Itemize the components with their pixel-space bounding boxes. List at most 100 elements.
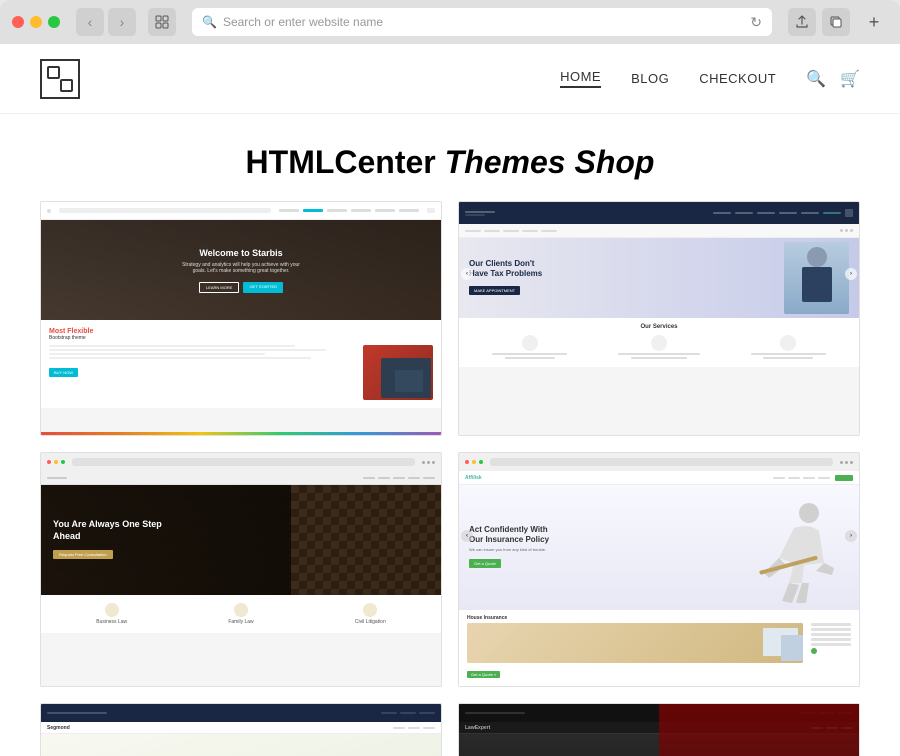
url-bar xyxy=(72,458,415,466)
affilisk-header xyxy=(459,453,859,471)
law-header xyxy=(41,453,441,471)
starbis-btn-outline: LEARN MORE xyxy=(199,282,239,293)
law-area-2: Family Law xyxy=(178,603,303,625)
affilisk-insurance-block: House Insurance Get a Quote » xyxy=(467,615,803,681)
preview-header xyxy=(41,202,441,220)
tab-view-button[interactable] xyxy=(148,8,176,36)
dot-red xyxy=(47,460,51,464)
starbis-hero-title: Welcome to Starbis xyxy=(199,248,282,258)
law-hero-cta: Request Free Consultation xyxy=(53,550,113,559)
law-area-label-2: Family Law xyxy=(178,619,303,625)
affilisk-sidebar-item-2 xyxy=(811,628,851,631)
starbis-hero-text: Strategy and analytics will help you ach… xyxy=(181,262,301,274)
starbis-lower: Most Flexible Bootstrap theme BUY NOW xyxy=(41,320,441,408)
dot-green xyxy=(479,460,483,464)
affilisk-sidebar-item-4 xyxy=(811,638,851,641)
forward-button[interactable]: › xyxy=(108,8,136,36)
duplicate-tab-button[interactable] xyxy=(822,8,850,36)
dot-green xyxy=(61,460,65,464)
affilisk-sidebar-item-6 xyxy=(811,648,817,654)
tax-hero-text: Our Clients Don't Have Tax Problems MAKE… xyxy=(469,259,784,298)
law-lower: Business Law Family Law Civil Litigation xyxy=(41,595,441,633)
refresh-icon[interactable]: ↻ xyxy=(750,14,762,31)
tax-services-title: Our Services xyxy=(467,324,851,330)
affilisk-get-quote-btn: Get a Quote » xyxy=(467,671,500,678)
fullscreen-button[interactable] xyxy=(48,16,60,28)
cart-icon[interactable]: 🛒 xyxy=(840,69,860,89)
starbis-bootstrap-label: Bootstrap theme xyxy=(49,335,433,341)
law-area-3: Civil Litigation xyxy=(308,603,433,625)
affilisk-sidebar-item-3 xyxy=(811,633,851,636)
affilisk-insurance-img xyxy=(467,623,803,663)
nav-checkout[interactable]: CHECKOUT xyxy=(699,71,776,86)
segmond-hero: Does Your Money Need Speed? xyxy=(41,734,441,756)
theme-card-tax[interactable]: ‹ › Our Clients Don't Have Tax Problems … xyxy=(458,201,860,436)
minimize-button[interactable] xyxy=(30,16,42,28)
tax-service-icon-2 xyxy=(651,335,667,351)
page-title: HTMLCenter Themes Shop xyxy=(0,144,900,181)
starbis-btn-solid: GET STARTED xyxy=(243,282,283,293)
browser-titlebar: ‹ › 🔍 Search or enter website name ↻ xyxy=(0,0,900,44)
tax-header xyxy=(459,202,859,224)
new-tab-button[interactable]: + xyxy=(860,8,888,36)
address-bar[interactable]: 🔍 Search or enter website name ↻ xyxy=(192,8,772,36)
traffic-lights xyxy=(12,16,60,28)
nav-blog[interactable]: BLOG xyxy=(631,71,669,86)
affilisk-sidebar xyxy=(811,615,851,681)
law-area-label-1: Business Law xyxy=(49,619,174,625)
law-area-1: Business Law xyxy=(49,603,174,625)
affilisk-sidebar-item-5 xyxy=(811,643,851,646)
law-icon-3 xyxy=(363,603,377,617)
theme-preview-affilisk: Affilisk ‹ › Act xyxy=(459,453,859,686)
site-nav: HOME BLOG CHECKOUT 🔍 🛒 xyxy=(560,69,860,89)
starbis-flexible-label: Most Flexible xyxy=(49,328,433,335)
starbis-lower-content: BUY NOW xyxy=(49,345,433,400)
affilisk-hero: Act Confidently With Our Insurance Polic… xyxy=(459,485,859,610)
browser-nav-buttons: ‹ › xyxy=(76,8,136,36)
tax-hero-title: Our Clients Don't Have Tax Problems xyxy=(469,259,549,280)
tax-service-3 xyxy=(726,335,851,361)
affilisk-hero-text: Act Confidently With Our Insurance Polic… xyxy=(469,525,749,571)
address-placeholder: Search or enter website name xyxy=(223,15,383,29)
nav-dots xyxy=(840,461,853,464)
tax-hero: Our Clients Don't Have Tax Problems MAKE… xyxy=(459,238,859,318)
back-button[interactable]: ‹ xyxy=(76,8,104,36)
theme-card-segmond[interactable]: Segmond Does Your Money Need Speed? xyxy=(40,703,442,756)
tax-services-grid xyxy=(467,335,851,361)
browser-window: ‹ › 🔍 Search or enter website name ↻ xyxy=(0,0,900,756)
site-header: HOME BLOG CHECKOUT 🔍 🛒 xyxy=(0,44,900,114)
nav-dots xyxy=(422,461,435,464)
segmond-header xyxy=(41,704,441,722)
theme-card-law2[interactable]: LawExpert EFFECTIVE SOLUTIONS FOR BUSINE… xyxy=(458,703,860,756)
tax-services: Our Services xyxy=(459,318,859,367)
tax-service-icon-1 xyxy=(522,335,538,351)
search-nav-icon[interactable]: 🔍 xyxy=(806,69,826,89)
theme-card-law[interactable]: You Are Always One Step Ahead Request Fr… xyxy=(40,452,442,687)
theme-card-starbis[interactable]: Welcome to Starbis Strategy and analytic… xyxy=(40,201,442,436)
tax-hero-cta: MAKE APPOINTMENT xyxy=(469,286,520,295)
affilisk-sidebar-item-1 xyxy=(811,623,851,626)
hero-section: HTMLCenter Themes Shop xyxy=(0,114,900,201)
affilisk-hero-title: Act Confidently With Our Insurance Polic… xyxy=(469,525,559,546)
nav-icons: 🔍 🛒 xyxy=(806,69,860,89)
affilisk-hero-cta: Get a Quote xyxy=(469,559,501,568)
url-bar xyxy=(490,458,833,466)
law-area-label-3: Civil Litigation xyxy=(308,619,433,625)
law-lower-grid: Business Law Family Law Civil Litigation xyxy=(49,603,433,625)
theme-card-affilisk[interactable]: Affilisk ‹ › Act xyxy=(458,452,860,687)
nav-home[interactable]: HOME xyxy=(560,69,601,88)
tax-header-nav xyxy=(713,212,841,214)
tax-service-2 xyxy=(596,335,721,361)
law-icon-1 xyxy=(105,603,119,617)
themes-grid: Welcome to Starbis Strategy and analytic… xyxy=(0,201,900,756)
close-button[interactable] xyxy=(12,16,24,28)
dot-yellow xyxy=(54,460,58,464)
share-button[interactable] xyxy=(788,8,816,36)
theme-preview-law2: LawExpert EFFECTIVE SOLUTIONS FOR BUSINE… xyxy=(459,704,859,756)
dot-yellow xyxy=(472,460,476,464)
starbis-preview-img xyxy=(363,345,433,400)
site-logo[interactable] xyxy=(40,59,80,99)
search-icon: 🔍 xyxy=(202,15,217,29)
theme-preview-law: You Are Always One Step Ahead Request Fr… xyxy=(41,453,441,686)
law-icon-2 xyxy=(234,603,248,617)
